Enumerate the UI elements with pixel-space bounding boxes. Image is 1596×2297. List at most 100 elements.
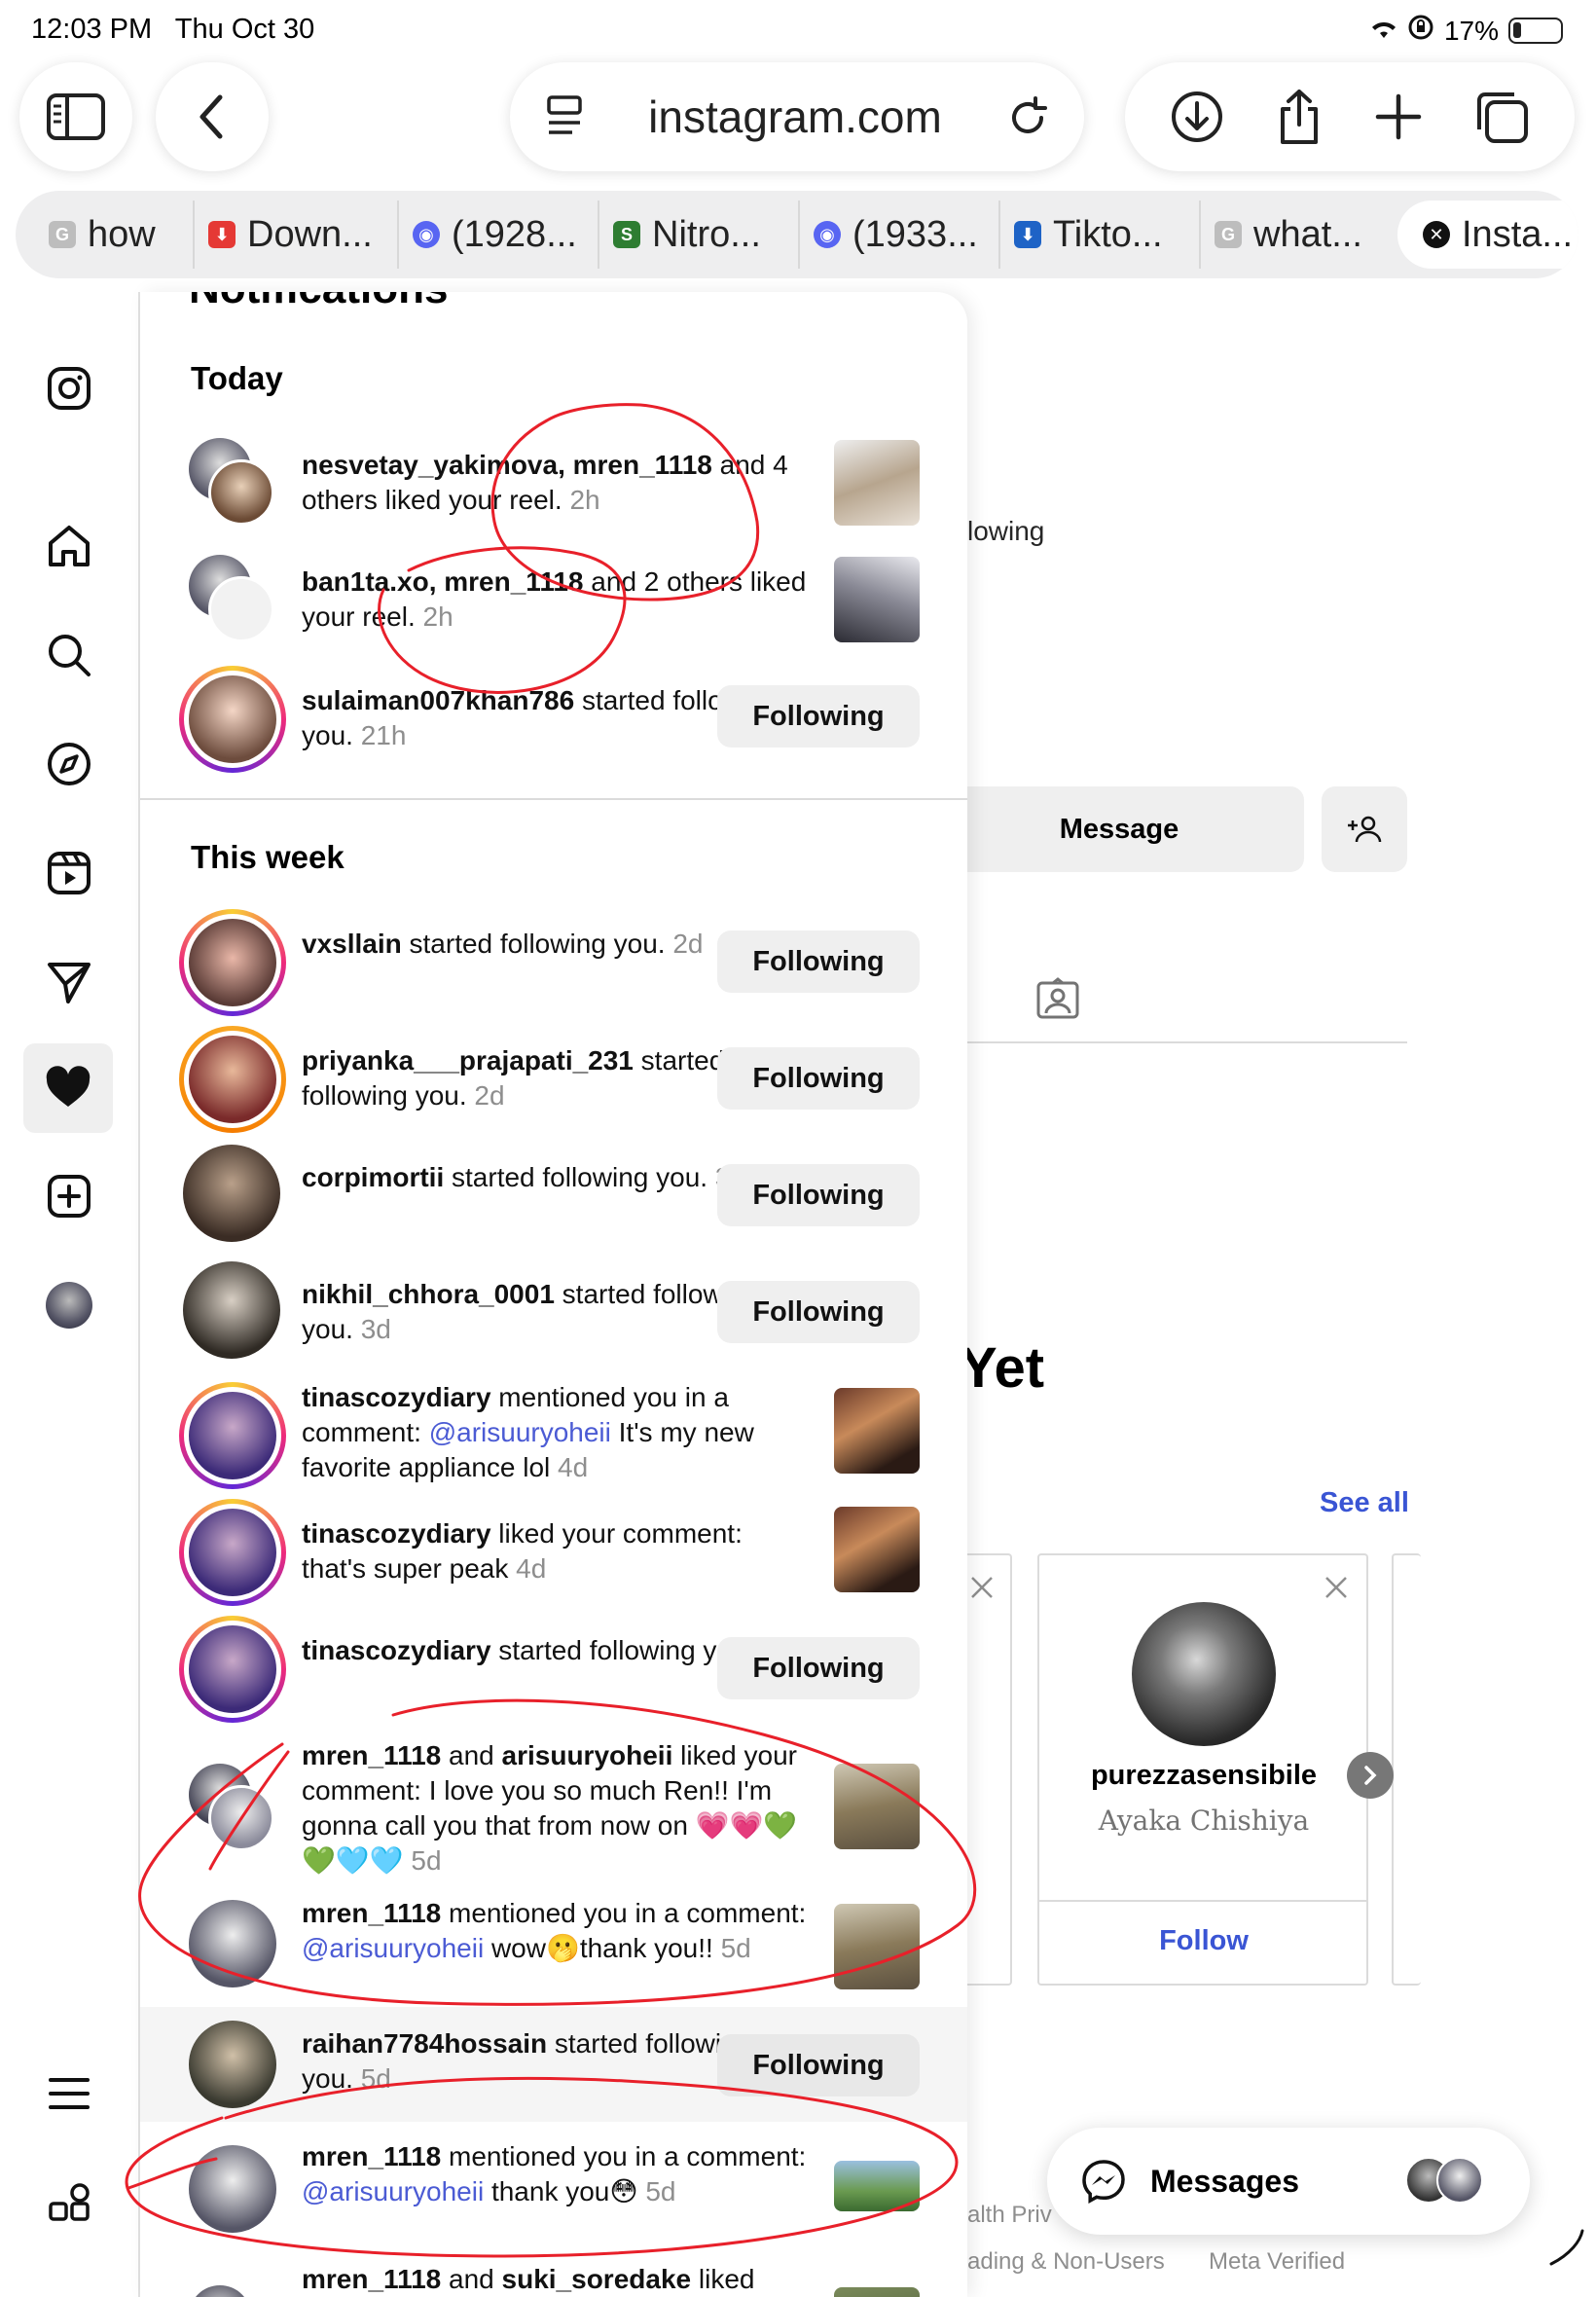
following-button[interactable]: Following bbox=[717, 930, 920, 993]
following-button[interactable]: Following bbox=[717, 1164, 920, 1226]
joiner-text: and bbox=[441, 2264, 502, 2294]
tab-how[interactable]: Ghow bbox=[35, 201, 195, 269]
following-button[interactable]: Following bbox=[717, 1047, 920, 1110]
username[interactable]: mren_1118 bbox=[302, 1740, 441, 1770]
notification-text: mentioned you in a comment: bbox=[441, 2141, 807, 2171]
search-icon[interactable] bbox=[35, 621, 103, 689]
username[interactable]: mren_1118 bbox=[302, 1898, 441, 1928]
share-icon[interactable] bbox=[1275, 88, 1324, 146]
address-bar[interactable]: instagram.com bbox=[510, 62, 1084, 171]
explore-icon[interactable] bbox=[35, 730, 103, 798]
post-thumbnail[interactable] bbox=[834, 1904, 920, 1989]
username[interactable]: raihan7784hossain bbox=[302, 2028, 547, 2059]
username[interactable]: nesvetay_yakimova, mren_1118 bbox=[302, 450, 712, 480]
avatar[interactable] bbox=[1132, 1602, 1276, 1746]
next-suggestion-button[interactable] bbox=[1347, 1752, 1394, 1799]
mention-link[interactable]: @arisuuryoheii bbox=[302, 1933, 484, 1963]
avatar[interactable] bbox=[189, 1900, 276, 1987]
google-icon: G bbox=[49, 221, 76, 248]
avatar[interactable] bbox=[189, 2021, 276, 2108]
instagram-logo-icon[interactable] bbox=[35, 354, 103, 422]
username[interactable]: tinascozydiary bbox=[302, 1518, 491, 1549]
username[interactable]: nikhil_chhora_0001 bbox=[302, 1279, 555, 1309]
chevron-right-icon bbox=[1364, 1766, 1377, 1785]
suggest-user-button[interactable] bbox=[1322, 786, 1407, 872]
username[interactable]: priyanka___prajapati_231 bbox=[302, 1045, 634, 1076]
message-button[interactable]: Message bbox=[934, 786, 1304, 872]
username[interactable]: vxsllain bbox=[302, 929, 402, 959]
username[interactable]: mren_1118 bbox=[302, 2141, 441, 2171]
messages-bar[interactable]: Messages bbox=[1047, 2128, 1530, 2235]
post-thumbnail[interactable] bbox=[834, 1507, 920, 1592]
tab-nitro[interactable]: S Nitro... bbox=[599, 201, 800, 269]
list-item[interactable]: raihan7784hossain started following you.… bbox=[140, 2007, 967, 2122]
joiner-text: and bbox=[441, 1740, 502, 1770]
post-thumbnail[interactable] bbox=[834, 2161, 920, 2211]
avatar[interactable] bbox=[179, 1026, 286, 1133]
avatar[interactable] bbox=[179, 666, 286, 773]
following-button[interactable]: Following bbox=[717, 2034, 920, 2096]
toolbar-actions bbox=[1125, 62, 1575, 171]
footer-link[interactable]: alth Priv bbox=[967, 2202, 1052, 2229]
username[interactable]: ban1ta.xo, mren_1118 bbox=[302, 566, 584, 597]
username[interactable]: sulaiman007khan786 bbox=[302, 685, 574, 715]
close-icon[interactable] bbox=[969, 1575, 995, 1600]
back-button[interactable] bbox=[156, 62, 269, 171]
tab-tiktok[interactable]: ⬇ Tikto... bbox=[1000, 201, 1201, 269]
also-from-meta-icon[interactable] bbox=[35, 2169, 103, 2237]
sidebar-toggle-button[interactable] bbox=[19, 62, 132, 171]
username[interactable]: corpimortii bbox=[302, 1162, 444, 1192]
following-button[interactable]: Following bbox=[717, 1281, 920, 1343]
avatar[interactable] bbox=[179, 1616, 286, 1723]
following-button[interactable]: Following bbox=[717, 1637, 920, 1699]
tab-download[interactable]: ⬇ Down... bbox=[195, 201, 399, 269]
suggestion-username[interactable]: purezzasensibile bbox=[1039, 1760, 1368, 1792]
timestamp: 3d bbox=[352, 1314, 391, 1344]
home-icon[interactable] bbox=[35, 512, 103, 580]
follow-button[interactable]: Follow bbox=[1039, 1925, 1368, 1957]
footer-link[interactable]: Meta Verified bbox=[1209, 2248, 1345, 2276]
more-menu-icon[interactable] bbox=[35, 2060, 103, 2128]
username[interactable]: suki_soredake bbox=[502, 2264, 692, 2294]
profile-avatar[interactable] bbox=[35, 1271, 103, 1339]
timestamp: 5d bbox=[403, 1845, 442, 1876]
create-plus-icon[interactable] bbox=[35, 1162, 103, 1230]
notifications-heart-icon[interactable] bbox=[23, 1043, 113, 1133]
tab-1933[interactable]: ◉ (1933... bbox=[800, 201, 1000, 269]
username[interactable]: arisuuryoheii bbox=[502, 1740, 673, 1770]
tab-label: Down... bbox=[247, 213, 373, 255]
post-thumbnail[interactable] bbox=[834, 1388, 920, 1474]
close-tab-icon[interactable]: ✕ bbox=[1423, 221, 1450, 248]
username[interactable]: tinascozydiary bbox=[302, 1635, 491, 1665]
card-divider bbox=[1039, 1900, 1368, 1902]
post-thumbnail[interactable] bbox=[834, 440, 920, 526]
tab-instagram[interactable]: ✕ Insta... bbox=[1397, 201, 1578, 269]
reload-icon[interactable] bbox=[1006, 94, 1049, 139]
post-thumbnail[interactable] bbox=[834, 557, 920, 642]
tabs-overview-icon[interactable] bbox=[1473, 89, 1530, 145]
post-thumbnail[interactable] bbox=[834, 2287, 920, 2297]
see-all-link[interactable]: See all bbox=[1320, 1487, 1409, 1519]
mention-link[interactable]: @arisuuryoheii bbox=[429, 1417, 611, 1447]
avatar[interactable] bbox=[179, 909, 286, 1016]
tab-label: Tikto... bbox=[1053, 213, 1163, 255]
footer-link[interactable]: ading & Non-Users bbox=[967, 2248, 1165, 2276]
following-button[interactable]: Following bbox=[717, 685, 920, 747]
username[interactable]: tinascozydiary bbox=[302, 1382, 491, 1412]
avatar[interactable] bbox=[183, 1261, 280, 1359]
username[interactable]: mren_1118 bbox=[302, 2264, 441, 2294]
close-icon[interactable] bbox=[1324, 1575, 1349, 1600]
tab-1928[interactable]: ◉ (1928... bbox=[399, 201, 599, 269]
tab-what[interactable]: Gwhat... bbox=[1201, 201, 1392, 269]
avatar[interactable] bbox=[183, 1145, 280, 1242]
new-tab-icon[interactable] bbox=[1374, 92, 1423, 141]
download-icon[interactable] bbox=[1170, 90, 1224, 144]
direct-send-icon[interactable] bbox=[35, 948, 103, 1016]
mention-link[interactable]: @arisuuryoheii bbox=[302, 2176, 484, 2206]
avatar[interactable] bbox=[179, 1499, 286, 1606]
avatar[interactable] bbox=[189, 2145, 276, 2233]
avatar[interactable] bbox=[179, 1382, 286, 1489]
tagged-tab[interactable] bbox=[1035, 977, 1080, 1025]
post-thumbnail[interactable] bbox=[834, 1764, 920, 1849]
reels-icon[interactable] bbox=[35, 839, 103, 907]
